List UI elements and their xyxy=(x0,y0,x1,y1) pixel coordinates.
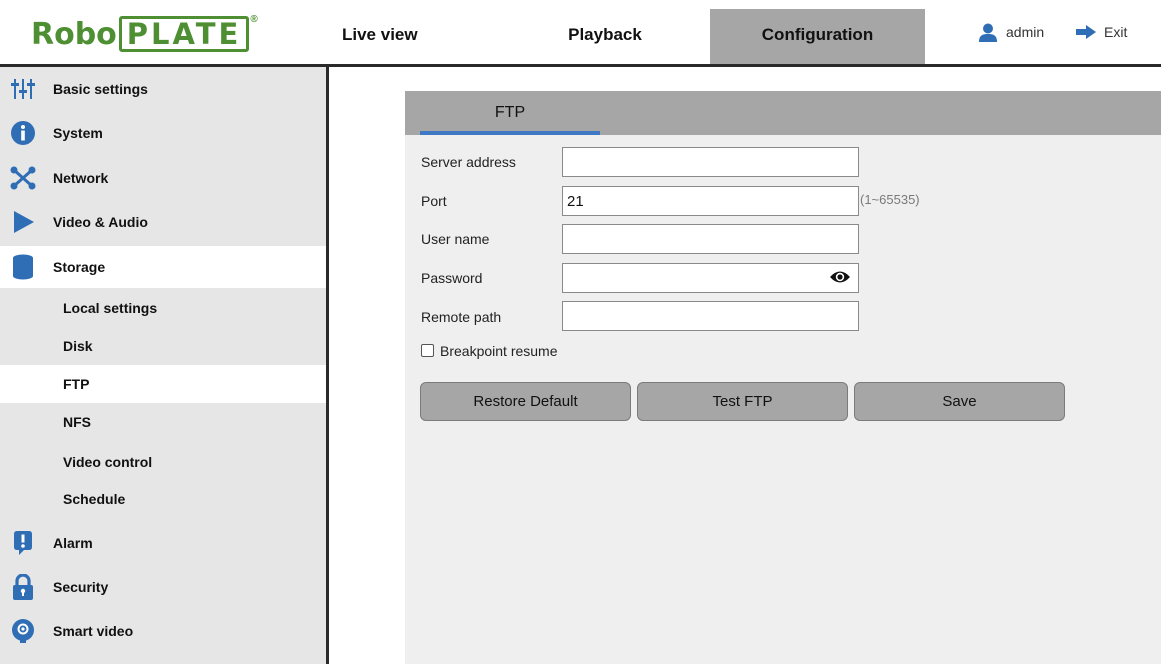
logo-word-robo: Robo xyxy=(31,17,117,52)
server-address-label: Server address xyxy=(421,154,516,170)
sidebar-item-label: Smart video xyxy=(53,623,134,639)
sidebar-item-basic-settings[interactable]: Basic settings xyxy=(0,69,326,109)
exit-label: Exit xyxy=(1104,24,1128,40)
user-name-input[interactable] xyxy=(562,224,859,254)
sidebar-divider xyxy=(326,64,329,664)
tab-ftp[interactable]: FTP xyxy=(420,91,600,135)
password-input[interactable] xyxy=(562,263,859,293)
info-icon xyxy=(10,120,36,146)
restore-default-button[interactable]: Restore Default xyxy=(420,382,631,421)
logo: Robo PLATE ® xyxy=(31,14,259,52)
database-icon xyxy=(10,254,36,280)
password-label: Password xyxy=(421,270,483,286)
eye-icon[interactable] xyxy=(829,268,851,286)
sidebar-item-storage[interactable]: Storage xyxy=(0,246,326,288)
port-input[interactable] xyxy=(562,186,859,216)
port-range-hint: (1~65535) xyxy=(860,192,920,207)
server-address-input[interactable] xyxy=(562,147,859,177)
network-icon xyxy=(10,165,36,191)
sidebar-subitem-local-settings[interactable]: Local settings xyxy=(0,290,326,326)
top-bar: Robo PLATE ® Live view Playback Configur… xyxy=(0,0,1161,66)
sidebar-item-smart-video[interactable]: Smart video xyxy=(0,611,326,651)
nav-tab-configuration[interactable]: Configuration xyxy=(710,9,925,64)
sidebar-item-label: Basic settings xyxy=(53,81,148,97)
sidebar-subitem-video-control[interactable]: Video control xyxy=(0,444,326,480)
sidebar-item-label: System xyxy=(53,125,103,141)
sidebar-item-label: Video & Audio xyxy=(53,214,148,230)
user-name: admin xyxy=(1006,24,1045,40)
sidebar-subitem-schedule[interactable]: Schedule xyxy=(0,481,326,517)
tab-active-indicator xyxy=(420,131,600,135)
port-label: Port xyxy=(421,193,447,209)
test-ftp-button[interactable]: Test FTP xyxy=(637,382,848,421)
breakpoint-resume-label[interactable]: Breakpoint resume xyxy=(440,343,558,359)
remote-path-label: Remote path xyxy=(421,309,502,325)
sidebar-item-label: Alarm xyxy=(53,535,93,551)
play-icon xyxy=(10,209,36,235)
exit-button[interactable]: Exit xyxy=(1076,22,1127,42)
sidebar-item-video-audio[interactable]: Video & Audio xyxy=(0,202,326,242)
sidebar-subitem-nfs[interactable]: NFS xyxy=(0,404,326,440)
sidebar-item-alarm[interactable]: Alarm xyxy=(0,523,326,563)
lock-icon xyxy=(10,574,36,600)
alert-icon xyxy=(10,530,36,556)
arrow-right-icon xyxy=(1076,25,1096,39)
user-menu[interactable]: admin xyxy=(978,22,1044,42)
sidebar-subitem-ftp[interactable]: FTP xyxy=(0,365,326,403)
sidebar-item-label: Network xyxy=(53,170,109,186)
sidebar-item-label: Security xyxy=(53,579,109,595)
breakpoint-resume-checkbox[interactable] xyxy=(421,344,434,357)
save-button[interactable]: Save xyxy=(854,382,1065,421)
sliders-icon xyxy=(10,76,36,102)
sidebar-item-system[interactable]: System xyxy=(0,113,326,153)
nav-tab-playback[interactable]: Playback xyxy=(560,10,650,60)
sidebar-subitem-disk[interactable]: Disk xyxy=(0,328,326,364)
sidebar-item-label: Storage xyxy=(53,259,106,275)
remote-path-input[interactable] xyxy=(562,301,859,331)
sidebar-item-network[interactable]: Network xyxy=(0,158,326,198)
user-name-label: User name xyxy=(421,231,490,247)
user-icon xyxy=(979,23,997,42)
logo-word-plate: PLATE xyxy=(118,16,250,52)
nav-tab-live-view[interactable]: Live view xyxy=(342,10,424,60)
smart-video-icon xyxy=(10,618,36,644)
logo-registered-mark: ® xyxy=(250,14,259,25)
sidebar-item-security[interactable]: Security xyxy=(0,567,326,607)
